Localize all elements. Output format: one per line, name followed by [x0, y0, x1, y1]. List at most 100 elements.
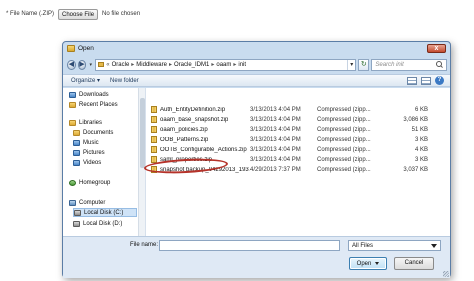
dialog-title: Open [78, 45, 94, 52]
nav-item-local-disk-c[interactable]: Local Disk (C:) [73, 208, 137, 217]
file-name-cell: oaam_base_snapshot.zip [148, 116, 250, 123]
nav-item-downloads[interactable]: Downloads [69, 90, 139, 99]
nav-item-label: Local Disk (C:) [84, 209, 124, 216]
file-type: Compressed (zipp... [317, 136, 371, 143]
file-row[interactable]: oaam_policies.zip 3/13/2013 4:04 PM Comp… [148, 125, 444, 134]
search-placeholder: Search init [375, 61, 404, 68]
search-input[interactable]: Search init [371, 58, 447, 71]
file-row[interactable]: snapshot backup_04292013_193706682.zip 4… [148, 165, 444, 174]
nav-item-music[interactable]: Music [73, 138, 143, 147]
file-size: 4 KB [414, 146, 428, 153]
new-folder-button[interactable]: New folder [110, 78, 139, 84]
file-type: Compressed (zipp... [317, 156, 371, 163]
organize-menu[interactable]: Organize ▾ [71, 77, 100, 84]
file-type-filter-select[interactable]: All Files [348, 240, 441, 251]
file-date: 3/13/2013 4:04 PM [250, 116, 301, 123]
nav-item-homegroup[interactable]: Homegroup [69, 178, 139, 187]
file-row[interactable]: OOTB_Configurable_Actions.zip 3/13/2013 … [148, 145, 444, 154]
file-name-input[interactable] [159, 240, 340, 251]
file-row[interactable]: oaam_base_snapshot.zip 3/13/2013 4:04 PM… [148, 115, 444, 124]
nav-scrollbar[interactable] [138, 88, 145, 236]
toolbar-right: ? [407, 76, 450, 85]
folder-icon [98, 62, 105, 67]
nav-item-computer[interactable]: Computer [69, 198, 139, 207]
breadcrumb-oracle-idm1[interactable]: Oracle_IDM1 [174, 62, 209, 68]
breadcrumb-oracle[interactable]: Oracle [112, 62, 130, 68]
file-name: oaam_policies.zip [160, 126, 208, 133]
help-icon[interactable]: ? [435, 76, 444, 85]
command-toolbar: Organize ▾ New folder ? [63, 74, 450, 87]
file-name-field-label: File name: [130, 242, 159, 248]
file-row[interactable]: saml_properties.zip 3/13/2013 4:04 PM Co… [148, 155, 444, 164]
open-dialog: Open x ◀ ▶ ▾ « Oracle ▸ Middleware ▸ Ora… [62, 41, 451, 278]
zip-file-icon [151, 156, 157, 163]
nav-item-local-disk-d[interactable]: Local Disk (D:) [73, 219, 137, 228]
close-button[interactable]: x [427, 44, 446, 53]
breadcrumb-separator[interactable]: ▸ [131, 61, 134, 68]
videos-icon [73, 159, 80, 166]
address-dropdown-arrow[interactable]: ▾ [347, 59, 355, 70]
nav-item-label: Documents [83, 129, 114, 136]
file-name: OOB_Patterns.zip [160, 136, 209, 143]
open-button-label: Open [356, 260, 372, 267]
preview-pane-icon[interactable] [421, 76, 431, 85]
forward-button[interactable]: ▶ [77, 59, 87, 70]
back-button[interactable]: ◀ [67, 59, 76, 70]
file-row[interactable]: OOB_Patterns.zip 3/13/2013 4:04 PM Compr… [148, 135, 444, 144]
nav-item-pictures[interactable]: Pictures [73, 148, 143, 157]
nav-item-documents[interactable]: Documents [73, 128, 143, 137]
address-row: ◀ ▶ ▾ « Oracle ▸ Middleware ▸ Oracle_IDM… [67, 58, 447, 71]
breadcrumb-separator[interactable]: ▸ [233, 61, 236, 68]
folder-icon [67, 45, 75, 52]
chevron-down-icon [431, 243, 437, 248]
file-date: 3/13/2013 4:04 PM [250, 136, 301, 143]
zip-file-icon [151, 136, 157, 143]
file-type-filter-value: All Files [352, 242, 374, 249]
choose-file-button[interactable]: Choose File [58, 8, 99, 20]
recent-places-icon [69, 101, 76, 108]
file-list: Auth_EntityDefinition.zip 3/13/2013 4:04… [148, 88, 448, 236]
zip-file-icon [151, 146, 157, 153]
recent-locations-dropdown[interactable]: ▾ [88, 62, 93, 68]
address-bar[interactable]: « Oracle ▸ Middleware ▸ Oracle_IDM1 ▸ oa… [95, 58, 357, 71]
computer-icon [69, 199, 76, 206]
open-button[interactable]: Open [349, 257, 387, 270]
breadcrumb-init[interactable]: init [238, 62, 246, 68]
chevron-down-icon[interactable] [375, 262, 380, 265]
search-icon[interactable] [435, 60, 444, 69]
file-name-label: * File Name (.ZIP) [6, 11, 55, 17]
dialog-titlebar[interactable]: Open x [63, 42, 450, 55]
breadcrumb-oaam[interactable]: oaam [216, 62, 231, 68]
breadcrumb-separator[interactable]: ▸ [169, 61, 172, 68]
nav-item-label: Libraries [79, 119, 103, 126]
file-type: Compressed (zipp... [317, 126, 371, 133]
resize-grip[interactable] [443, 271, 449, 277]
nav-scrollbar-thumb[interactable] [140, 98, 145, 168]
breadcrumb-separator[interactable]: ▸ [211, 61, 214, 68]
file-size: 3 KB [414, 156, 428, 163]
homegroup-icon [69, 179, 76, 186]
breadcrumb-middleware[interactable]: Middleware [136, 62, 167, 68]
file-size: 51 KB [411, 126, 428, 133]
view-options-icon[interactable] [407, 76, 417, 85]
file-date: 4/29/2013 7:37 PM [250, 166, 301, 173]
file-name-cell: OOB_Patterns.zip [148, 136, 250, 143]
nav-item-label: Homegroup [79, 179, 111, 186]
zip-file-icon [151, 126, 157, 133]
nav-item-libraries[interactable]: Libraries [69, 118, 139, 127]
file-name-cell: snapshot backup_04292013_193706682.zip [148, 166, 250, 173]
file-size: 3,086 KB [403, 116, 428, 123]
file-name: oaam_base_snapshot.zip [160, 116, 229, 123]
refresh-button[interactable]: ↻ [358, 58, 370, 71]
file-upload-row: * File Name (.ZIP) Choose File No file c… [6, 8, 140, 20]
overflow-chevron[interactable]: « [106, 62, 109, 68]
nav-item-recent-places[interactable]: Recent Places [69, 100, 139, 109]
nav-item-label: Videos [83, 159, 102, 166]
no-file-chosen-text: No file chosen [102, 11, 141, 17]
downloads-icon [69, 91, 76, 98]
file-row[interactable]: Auth_EntityDefinition.zip 3/13/2013 4:04… [148, 105, 444, 114]
file-name: saml_properties.zip [160, 156, 213, 163]
nav-item-videos[interactable]: Videos [73, 158, 143, 167]
nav-item-label: Computer [79, 199, 106, 206]
cancel-button[interactable]: Cancel [394, 257, 434, 270]
